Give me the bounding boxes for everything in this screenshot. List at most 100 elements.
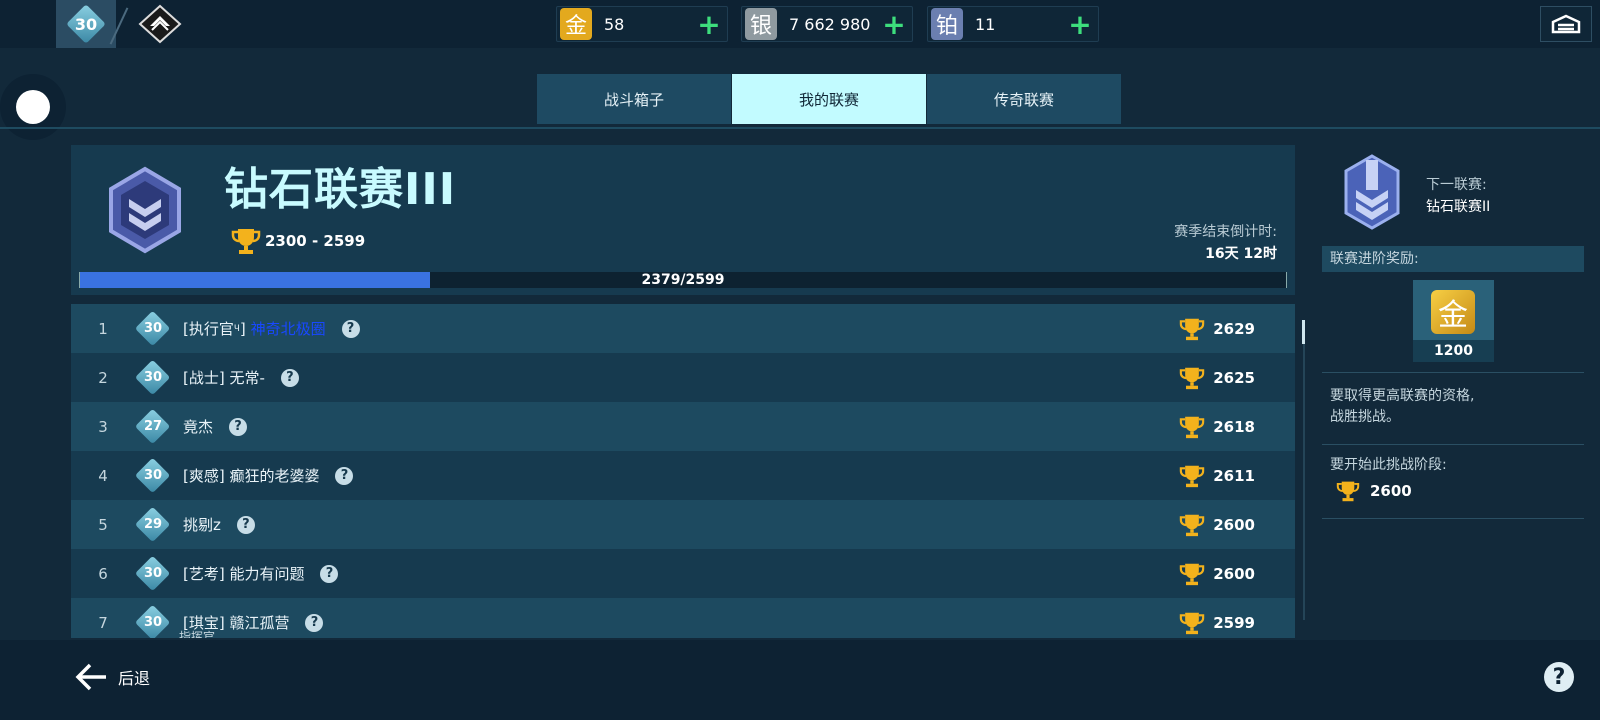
hangar-icon — [1551, 14, 1581, 34]
rank-position: 7 — [98, 613, 108, 632]
trophy-range-text: 2300 - 2599 — [265, 232, 366, 250]
trophy-count: 2611 — [1213, 466, 1255, 485]
help-button[interactable]: ? — [1544, 662, 1574, 692]
trophy-icon — [1336, 481, 1360, 502]
player-name: 挑剔z — [183, 514, 221, 535]
platinum-icon: 铂 — [931, 8, 963, 40]
currency-gold: 金 58 + — [556, 6, 728, 42]
trophy-icon — [231, 229, 261, 254]
ranking-list[interactable]: 1 30 [执行官ᶣ] 神奇北极圈? 2629 2 30 [战士] 无常-? 2625 3 27 竟… — [71, 304, 1295, 638]
rank-position: 1 — [98, 319, 108, 338]
divider — [1322, 444, 1584, 445]
trophy-icon — [1180, 318, 1205, 340]
ranking-row[interactable]: 7 30 [琪宝] 赣江孤营? 指挥官 2599 — [71, 598, 1295, 638]
help-icon[interactable]: ? — [335, 466, 354, 485]
player-name-text: 挑剔z — [183, 516, 221, 534]
player-level: 30 — [74, 14, 98, 34]
rank-position: 6 — [98, 564, 108, 583]
next-league-label: 下一联赛: — [1426, 177, 1487, 193]
player-name-text: [战士] 无常- — [183, 369, 265, 387]
currency-value: 11 — [975, 14, 996, 34]
back-button[interactable]: 后退 — [74, 662, 150, 692]
add-currency-button[interactable]: + — [1066, 8, 1094, 41]
progress-text: 2379/2599 — [641, 272, 725, 288]
trophy-icon — [1180, 465, 1205, 487]
menu-button[interactable] — [1540, 6, 1592, 42]
player-name-text: [爽感] 癫狂的老婆婆 — [183, 467, 320, 485]
challenge-start-label: 要开始此挑战阶段: — [1330, 457, 1447, 473]
trophy-icon — [1180, 612, 1205, 634]
player-name: 竟杰 — [183, 416, 213, 437]
divider — [1322, 372, 1584, 373]
trophy-count: 2629 — [1213, 319, 1255, 338]
trophy-range: 2300 - 2599 — [231, 227, 365, 255]
next-league-value: 钻石联赛II — [1426, 199, 1491, 215]
arrow-left-icon — [75, 663, 106, 691]
reward-amount: 1200 — [1413, 340, 1494, 362]
trophy-count: 2618 — [1213, 417, 1255, 436]
level-diamond-icon: 29 — [135, 507, 171, 543]
player-level: 30 — [143, 370, 163, 385]
ranking-row[interactable]: 3 27 竟杰? 2618 — [71, 402, 1295, 451]
player-trophies: 2625 — [1179, 353, 1255, 402]
player-trophies: 2599 — [1179, 598, 1255, 638]
rewards-header: 联赛进阶奖励: — [1322, 246, 1584, 272]
trophy-count: 2600 — [1213, 564, 1255, 583]
rank-position: 5 — [98, 515, 108, 534]
tab-legend-league[interactable]: 传奇联赛 — [927, 74, 1121, 124]
level-diamond-icon: 30 — [135, 605, 171, 639]
ranking-row[interactable]: 4 30 [爽感] 癫狂的老婆婆? 2611 — [71, 451, 1295, 500]
floating-assist-button[interactable] — [0, 74, 66, 140]
player-trophies: 2611 — [1179, 451, 1255, 500]
rank-position: 2 — [98, 368, 108, 387]
add-currency-button[interactable]: + — [880, 8, 908, 41]
player-name: [执行官ᶣ] 神奇北极圈 — [183, 318, 326, 339]
reward-gold[interactable]: 金 1200 — [1413, 280, 1494, 362]
league-title: 钻石联赛III — [224, 164, 457, 215]
ranking-row[interactable]: 2 30 [战士] 无常-? 2625 — [71, 353, 1295, 402]
help-icon[interactable]: ? — [280, 368, 299, 387]
trophy-count: 2599 — [1213, 613, 1255, 632]
tab-underline — [0, 127, 1600, 129]
player-name: [爽感] 癫狂的老婆婆 — [183, 465, 319, 486]
help-icon[interactable]: ? — [229, 417, 248, 436]
scrollbar-thumb[interactable] — [1302, 320, 1305, 344]
level-diamond-icon: 30 — [135, 556, 171, 592]
player-trophies: 2629 — [1179, 304, 1255, 353]
ranking-row[interactable]: 5 29 挑剔z? 2600 — [71, 500, 1295, 549]
player-trophies: 2600 — [1179, 500, 1255, 549]
player-name: [艺考] 能力有问题 — [183, 563, 304, 584]
player-rank-tag: [执行官ᶣ] — [183, 320, 246, 338]
next-league-emblem-icon — [1344, 154, 1400, 230]
trophy-icon — [1180, 367, 1205, 389]
trophy-count: 2600 — [1213, 515, 1255, 534]
qualification-text: 要取得更高联赛的资格, 战胜挑战。 — [1330, 386, 1474, 428]
rank-emblem-icon[interactable] — [138, 4, 182, 44]
currency-platinum: 铂 11 + — [927, 6, 1099, 42]
rank-position: 4 — [98, 466, 108, 485]
league-panel: 钻石联赛III 2300 - 2599 赛季结束倒计时: 16天 12时 237… — [71, 145, 1295, 295]
help-icon[interactable]: ? — [341, 319, 360, 338]
tab-my-league[interactable]: 我的联赛 — [732, 74, 926, 124]
gold-icon: 金 — [560, 8, 592, 40]
help-icon[interactable]: ? — [320, 564, 339, 583]
level-diamond-icon: 30 — [135, 360, 171, 396]
challenge-start-value: 2600 — [1336, 480, 1412, 502]
tab-battle-chests[interactable]: 战斗箱子 — [537, 74, 731, 124]
level-diamond-icon: 27 — [135, 409, 171, 445]
player-name-highlight: 神奇北极圈 — [250, 320, 326, 338]
scrollbar-track[interactable] — [1303, 320, 1305, 620]
player-subtitle: 指挥官 — [179, 630, 216, 638]
trophy-icon — [1180, 563, 1205, 585]
ranking-row[interactable]: 1 30 [执行官ᶣ] 神奇北极圈? 2629 — [71, 304, 1295, 353]
player-level: 30 — [143, 566, 163, 581]
level-diamond-icon: 30 — [135, 458, 171, 494]
player-level: 27 — [143, 419, 163, 434]
player-level-badge[interactable]: 30 — [56, 0, 116, 48]
trophy-progress-bar: 2379/2599 — [79, 272, 1287, 288]
add-currency-button[interactable]: + — [695, 8, 723, 41]
help-icon[interactable]: ? — [236, 515, 255, 534]
gold-icon: 金 — [1431, 290, 1475, 334]
help-icon[interactable]: ? — [305, 613, 324, 632]
ranking-row[interactable]: 6 30 [艺考] 能力有问题? 2600 — [71, 549, 1295, 598]
